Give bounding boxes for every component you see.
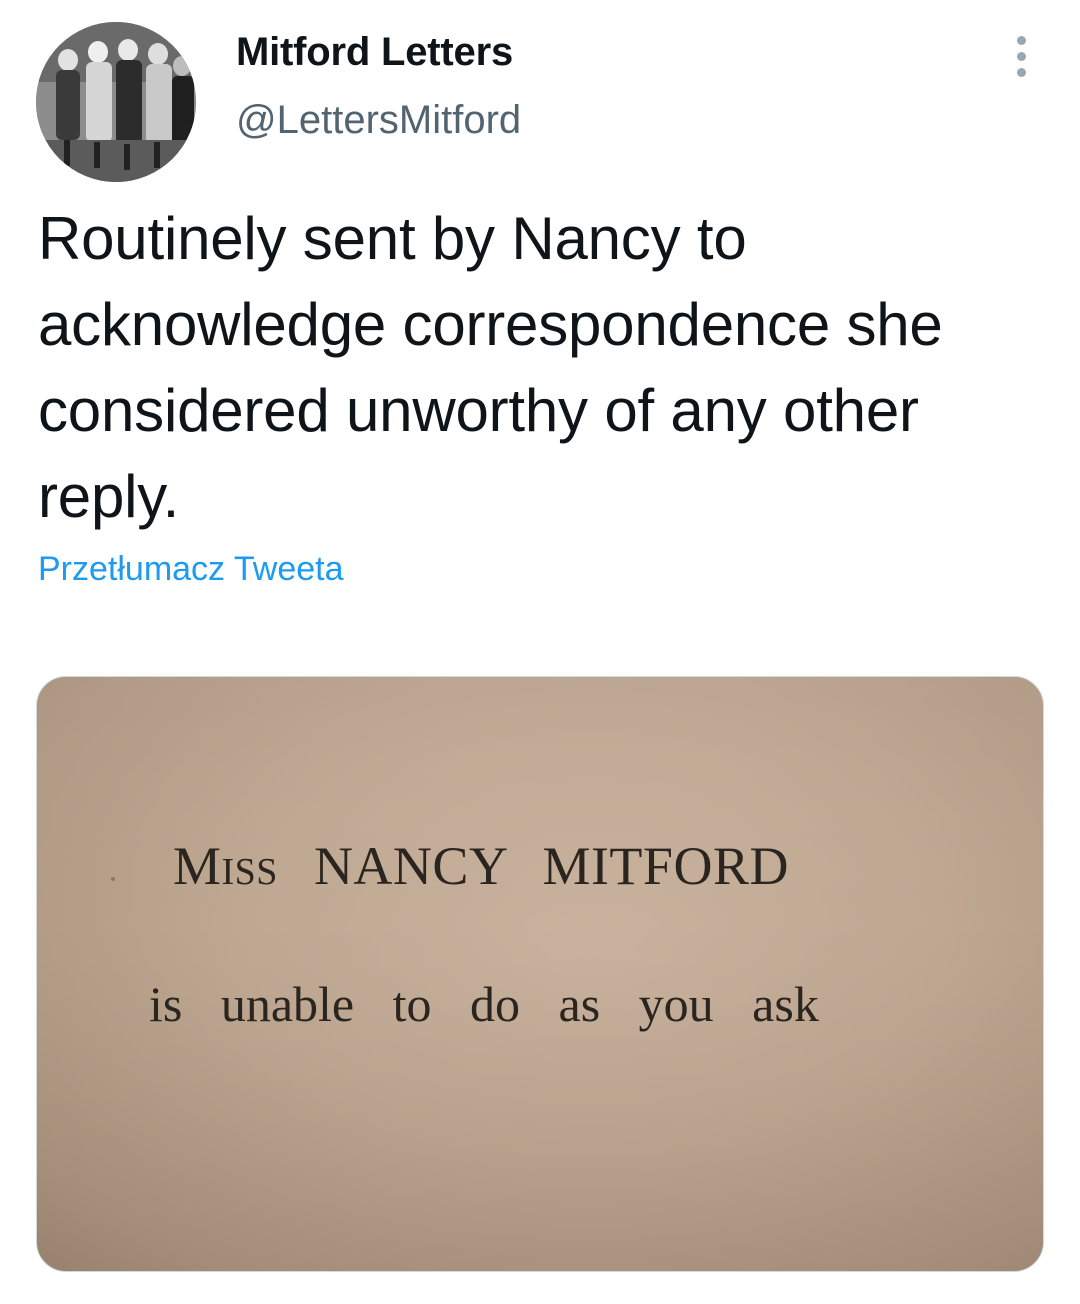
card-text-fullname: NANCY MITFORD: [313, 836, 789, 896]
group-photo-avatar-icon: [36, 22, 196, 182]
tweet-text: Routinely sent by Nancy to acknowledge c…: [38, 205, 943, 530]
author-display-name[interactable]: Mitford Letters: [236, 30, 513, 75]
media-shading: [37, 677, 1043, 1271]
tweet: Mitford Letters @LettersMitford Routinel…: [0, 0, 1080, 1304]
tweet-media-image[interactable]: Miss NANCY MITFORD is unable to do as yo…: [36, 676, 1044, 1272]
translate-tweet-link[interactable]: Przetłumacz Tweeta: [38, 550, 344, 589]
card-text-message: is unable to do as you ask: [149, 976, 819, 1032]
author-handle[interactable]: @LettersMitford: [236, 98, 521, 143]
author-avatar[interactable]: [36, 22, 196, 182]
more-options-button[interactable]: [1000, 26, 1042, 86]
paper-speck: [111, 877, 115, 881]
card-text-name: Miss NANCY MITFORD: [173, 835, 789, 897]
card-text-prefix: Miss: [173, 836, 278, 896]
more-options-icon: [1016, 35, 1026, 45]
more-options-icon-dot: [1016, 67, 1026, 77]
more-options-icon-dot: [1016, 51, 1026, 61]
